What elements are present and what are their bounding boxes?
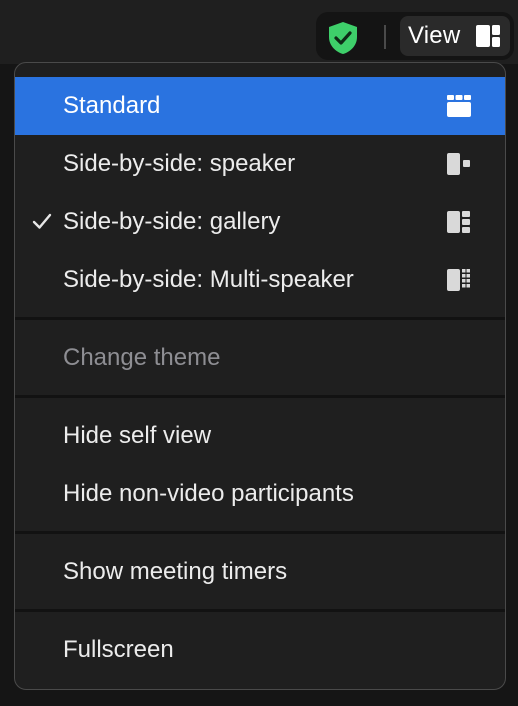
grid-standard-icon	[447, 95, 471, 117]
security-shield-icon[interactable]	[326, 20, 360, 56]
menu-item-show-meeting-timers[interactable]: Show meeting timers	[15, 543, 505, 601]
view-button-label: View	[408, 22, 461, 49]
menu-item-label: Side-by-side: speaker	[63, 150, 296, 177]
side-by-side-gallery-icon	[447, 211, 470, 233]
menu-divider	[15, 609, 505, 612]
menu-item-side-by-side-speaker[interactable]: Side-by-side: speaker	[15, 135, 505, 193]
menu-divider	[15, 395, 505, 398]
checkmark-icon	[32, 213, 52, 229]
menu-divider	[15, 531, 505, 534]
menu-item-label: Side-by-side: gallery	[63, 208, 281, 235]
menu-item-side-by-side-gallery[interactable]: Side-by-side: gallery	[15, 193, 505, 251]
menu-item-label: Show meeting timers	[63, 558, 288, 585]
menu-item-label: Change theme	[63, 344, 221, 371]
side-by-side-speaker-icon	[447, 153, 470, 175]
toolbar-separator	[384, 25, 386, 49]
menu-item-standard[interactable]: Standard	[15, 77, 505, 135]
menu-item-change-theme: Change theme	[15, 329, 505, 387]
menu-item-label: Hide self view	[63, 422, 212, 449]
view-dropdown-menu: Standard Side-by-side: speaker Side-by-s…	[14, 62, 506, 690]
menu-item-hide-self-view[interactable]: Hide self view	[15, 407, 505, 465]
side-by-side-multispeaker-icon	[447, 269, 470, 291]
view-button[interactable]: View	[400, 16, 510, 56]
menu-item-label: Standard	[63, 92, 161, 119]
menu-item-label: Side-by-side: Multi-speaker	[63, 266, 354, 293]
menu-item-label: Fullscreen	[63, 636, 174, 663]
menu-item-side-by-side-multispeaker[interactable]: Side-by-side: Multi-speaker	[15, 251, 505, 309]
menu-item-label: Hide non-video participants	[63, 480, 354, 507]
menu-item-fullscreen[interactable]: Fullscreen	[15, 621, 505, 679]
menu-item-hide-non-video-participants[interactable]: Hide non-video participants	[15, 465, 505, 523]
sidebar-layout-icon	[476, 25, 500, 47]
menu-divider	[15, 317, 505, 320]
